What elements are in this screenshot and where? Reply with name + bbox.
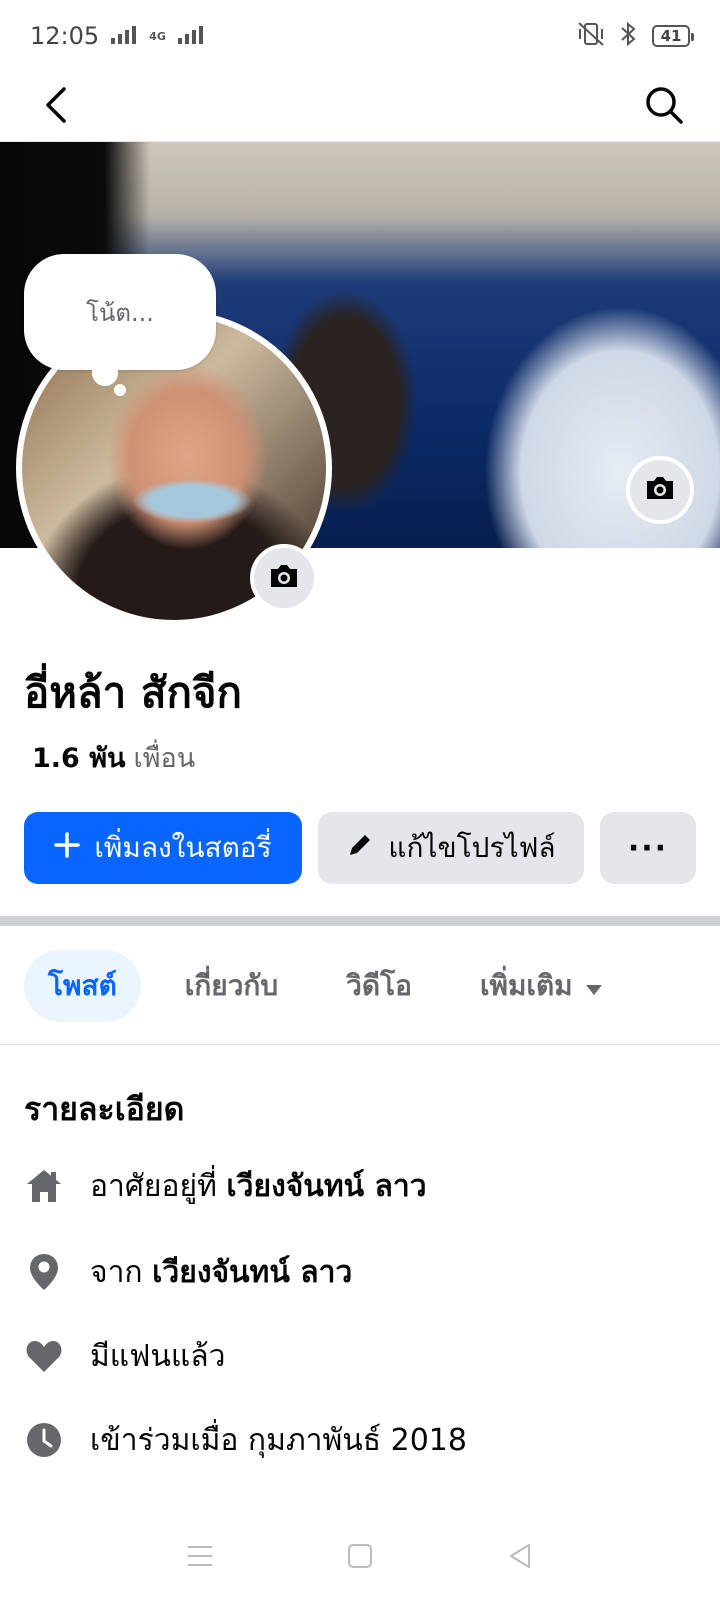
battery-icon: 41 [652,25,694,47]
section-divider [0,916,720,926]
triangle-back-icon [507,1542,533,1574]
add-to-story-button[interactable]: เพิ่มลงในสตอรี่ [24,812,302,884]
more-options-button[interactable]: ··· [600,812,696,884]
bluetooth-icon [618,21,640,51]
note-placeholder: โน้ต... [86,298,154,327]
home-button[interactable] [335,1533,385,1583]
pencil-icon [346,831,374,866]
note-bubble-tail-small [114,384,126,396]
cover-camera-button[interactable] [626,456,694,524]
add-to-story-label: เพิ่มลงในสตอรี่ [94,831,272,864]
detail-joined: เข้าร่วมเมื่อ กุมภาพันธ์ 2018 [24,1410,696,1470]
friends-count-link[interactable]: 1.6 พัน เพื่อน [32,736,195,779]
from-value: เวียงจันทน์ ลาว [152,1254,353,1290]
detail-lives-in: อาศัยอยู่ที่ เวียงจันทน์ ลาว [24,1156,696,1216]
menu-icon [187,1545,213,1571]
system-nav-bar [0,1516,720,1600]
clock-icon [24,1420,64,1460]
tab-more[interactable]: เพิ่มเติม [456,950,627,1022]
avatar-camera-button[interactable] [250,544,318,612]
relationship-text: มีแฟนแล้ว [90,1338,226,1374]
detail-relationship: มีแฟนแล้ว [24,1326,696,1386]
signal-icon-2 [176,22,206,50]
edit-profile-label: แก้ไขโปรไฟล์ [388,831,556,864]
profile-actions: เพิ่มลงในสตอรี่ แก้ไขโปรไฟล์ ··· [24,812,696,884]
search-icon [644,85,684,129]
back-nav-button[interactable] [495,1533,545,1583]
status-left: 12:05 4G [30,22,206,50]
tabs-border [0,1044,720,1045]
tab-posts[interactable]: โพสต์ [24,950,141,1022]
detail-from-text: จาก เวียงจันทน์ ลาว [90,1249,352,1296]
status-bar: 12:05 4G 41 [0,0,720,72]
more-dots-icon: ··· [627,830,669,866]
caret-down-icon [585,970,603,1003]
chevron-left-icon [42,85,70,129]
edit-profile-button[interactable]: แก้ไขโปรไฟล์ [318,812,584,884]
profile-tabs: โพสต์ เกี่ยวกับ วิดีโอ เพิ่มเติม [24,950,627,1022]
friends-count: 1.6 พัน [32,743,126,774]
lives-prefix: อาศัยอยู่ที่ [90,1168,217,1204]
location-pin-icon [24,1252,64,1292]
menu-button[interactable] [175,1533,225,1583]
network-badge: 4G [149,29,166,43]
tab-about-label: เกี่ยวกับ [184,969,279,1002]
tab-more-label: เพิ่มเติม [479,969,573,1002]
top-nav [0,72,720,142]
details-title: รายละเอียด [24,1090,185,1128]
back-button[interactable] [30,81,82,133]
square-icon [347,1543,373,1573]
lives-value: เวียงจันทน์ ลาว [226,1168,427,1204]
plus-icon [54,831,81,865]
note-bubble-tail [92,360,118,386]
detail-from: จาก เวียงจันทน์ ลาว [24,1242,696,1302]
heart-icon [24,1336,64,1376]
tab-posts-label: โพสต์ [48,969,117,1002]
joined-text: เข้าร่วมเมื่อ กุมภาพันธ์ 2018 [90,1422,467,1458]
status-right: 41 [576,21,694,51]
home-icon [24,1166,64,1206]
friends-label: เพื่อน [133,743,196,774]
tab-about[interactable]: เกี่ยวกับ [161,950,302,1022]
camera-icon [644,474,676,506]
note-bubble[interactable]: โน้ต... [24,254,216,370]
search-button[interactable] [638,81,690,133]
tab-videos-label: วิดีโอ [346,969,412,1002]
signal-icon [109,22,139,50]
profile-name: อี่หล้า สักจีก [24,668,242,717]
camera-icon [268,562,300,594]
tab-videos[interactable]: วิดีโอ [322,950,436,1022]
from-prefix: จาก [90,1254,143,1290]
status-time: 12:05 [30,22,100,50]
detail-lives-text: อาศัยอยู่ที่ เวียงจันทน์ ลาว [90,1163,427,1210]
vibrate-icon [576,21,606,51]
